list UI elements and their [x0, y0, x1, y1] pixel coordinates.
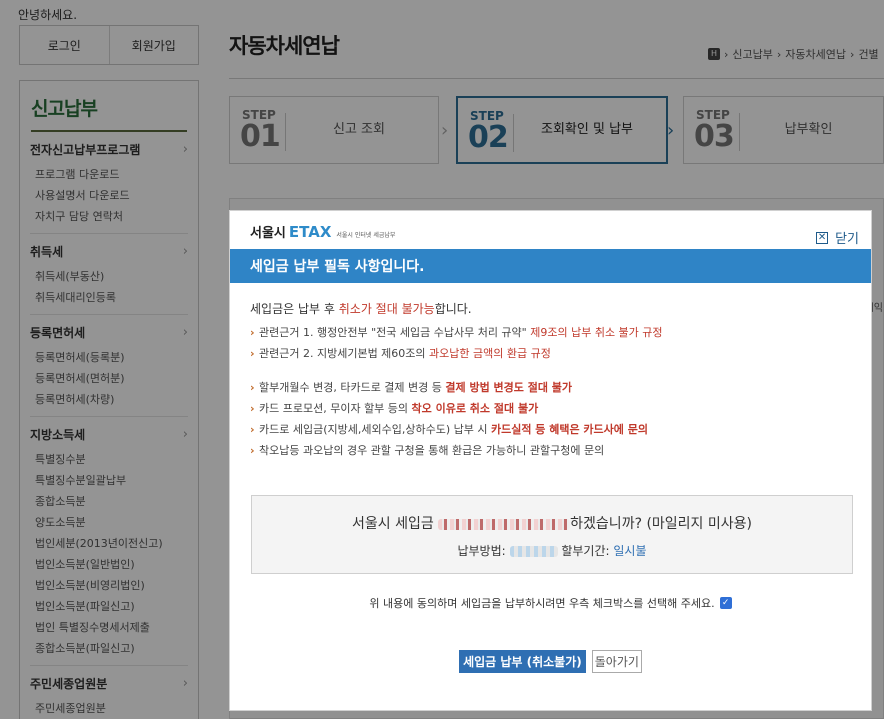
notice-text: 카드 프로모션, 무이자 할부 등의 — [259, 402, 412, 415]
agree-row: 위 내용에 동의하며 세입금을 납부하시려면 우측 체크박스를 선택해 주세요.… — [230, 595, 871, 611]
notice-text: 착오납등 과오납의 경우 관할 구청을 통해 환급은 가능하니 관할구청에 문의 — [259, 444, 605, 457]
notice-emphasis: 제9조의 납부 취소 불가 규정 — [530, 326, 663, 339]
period-label: 할부기간: — [561, 544, 610, 558]
logo-main-text: 서울시 — [250, 226, 286, 241]
modal-body: 세입금은 납부 후 취소가 절대 불가능합니다. 관련근거 1. 행정안전부 "… — [230, 283, 871, 461]
agree-text: 위 내용에 동의하며 세입금을 납부하시려면 우측 체크박스를 선택해 주세요. — [369, 597, 715, 610]
confirm-question: 서울시 세입금 하겠습니까? (마일리지 미사용) — [252, 513, 852, 533]
confirm-prefix: 서울시 세입금 — [351, 516, 434, 532]
etax-logo: 서울시 ETAX 서울시 인터넷 세금납부 — [250, 222, 395, 241]
intro-text: 세입금은 납부 후 취소가 절대 불가능합니다. — [250, 300, 851, 318]
modal-banner: 세입금 납부 필독 사항입니다. — [230, 249, 871, 283]
notice-text: 할부개월수 변경, 타카드로 결제 변경 등 — [259, 381, 446, 394]
notice-item: 카드 프로모션, 무이자 할부 등의 착오 이유로 취소 절대 불가 — [250, 398, 851, 419]
notice-emphasis: 착오 이유로 취소 절대 불가 — [411, 402, 539, 415]
logo-etax-text: ETAX — [288, 223, 332, 241]
intro-part: 합니다. — [434, 302, 472, 316]
notice-item: 착오납등 과오납의 경우 관할 구청을 통해 환급은 가능하니 관할구청에 문의 — [250, 440, 851, 461]
payment-notice-modal: 서울시 ETAX 서울시 인터넷 세금납부 ✕ 닫기 세입금 납부 필독 사항입… — [229, 210, 872, 711]
notice-item: 관련근거 2. 지방세기본법 제60조의 과오납한 금액의 환급 규정 — [250, 343, 851, 364]
logo-sub-text: 서울시 인터넷 세금납부 — [336, 232, 396, 239]
intro-emphasis: 취소가 절대 불가능 — [338, 302, 435, 316]
redacted-method — [509, 546, 558, 557]
modal-actions: 세입금 납부 (취소불가) 돌아가기 — [230, 650, 871, 673]
notice-item: 할부개월수 변경, 타카드로 결제 변경 등 결제 방법 변경도 절대 불가 — [250, 377, 851, 398]
close-button[interactable]: ✕ 닫기 — [816, 228, 859, 247]
method-label: 납부방법: — [457, 544, 506, 558]
notice-item: 카드로 세입금(지방세,세외수입,상하수도) 납부 시 카드실적 등 혜택은 카… — [250, 419, 851, 440]
pay-button[interactable]: 세입금 납부 (취소불가) — [459, 650, 586, 673]
notice-emphasis: 과오납한 금액의 환급 규정 — [429, 347, 551, 360]
intro-part: 세입금은 납부 후 — [250, 302, 339, 316]
notice-emphasis: 결제 방법 변경도 절대 불가 — [445, 381, 573, 394]
notice-text: 카드로 세입금(지방세,세외수입,상하수도) 납부 시 — [259, 423, 491, 436]
notice-emphasis: 카드실적 등 혜택은 카드사에 문의 — [490, 423, 648, 436]
confirm-box: 서울시 세입금 하겠습니까? (마일리지 미사용) 납부방법: 할부기간: 일시… — [251, 495, 853, 574]
notice-item: 관련근거 1. 행정안전부 "전국 세입금 수납사무 처리 규약" 제9조의 납… — [250, 322, 851, 343]
close-label: 닫기 — [835, 232, 859, 247]
notice-text: 관련근거 1. 행정안전부 "전국 세입금 수납사무 처리 규약" — [259, 326, 531, 339]
redacted-amount — [438, 518, 571, 530]
period-value: 일시불 — [613, 544, 647, 558]
agree-checkbox[interactable]: ✓ — [719, 597, 732, 609]
notice-text: 관련근거 2. 지방세기본법 제60조의 — [259, 347, 430, 360]
confirm-suffix: 하겠습니까? (마일리지 미사용) — [570, 516, 752, 532]
close-icon: ✕ — [816, 231, 829, 244]
payment-info: 납부방법: 할부기간: 일시불 — [252, 542, 852, 559]
back-button[interactable]: 돌아가기 — [591, 650, 642, 673]
modal-header: 서울시 ETAX 서울시 인터넷 세금납부 ✕ 닫기 — [230, 211, 871, 249]
